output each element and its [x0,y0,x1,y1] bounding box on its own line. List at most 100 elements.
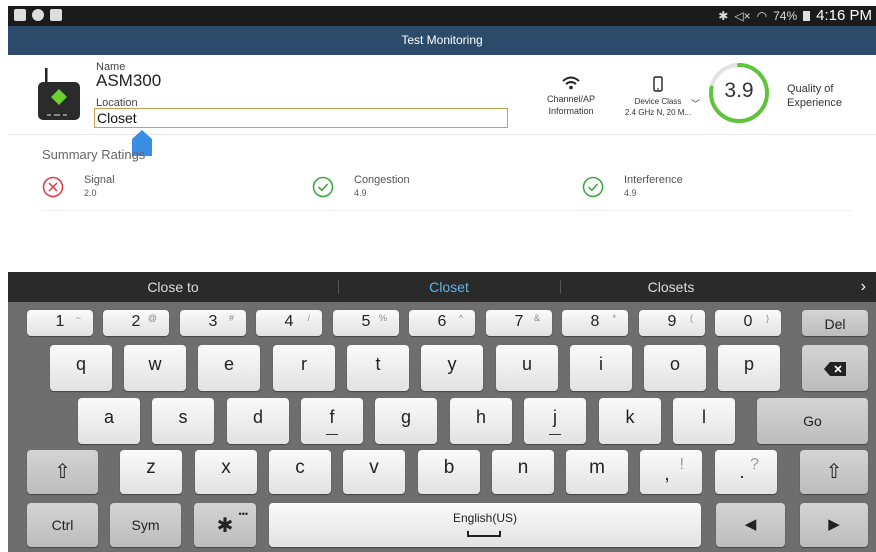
quality-score: 3.9 [724,79,754,102]
key-p[interactable]: p [718,345,780,391]
key-c[interactable]: c [269,450,331,494]
shift-key-left[interactable]: ⇧• [27,450,126,494]
wifi-icon [562,76,580,90]
rating-name: Signal [84,174,115,186]
email-notification-icon [50,9,62,21]
rating-value: 2.0 [84,188,97,198]
key-x[interactable]: x [195,450,257,494]
key-o[interactable]: o [644,345,706,391]
key-e[interactable]: e [198,345,260,391]
suggestion-bar: Close to Closet Closets › [8,272,876,302]
summary-title: Summary Ratings [42,147,146,162]
key-t[interactable]: t [347,345,409,391]
phone-icon [653,76,663,92]
check-circle-icon [312,176,334,198]
key-u[interactable]: u [496,345,558,391]
status-bar: ✱ ◁× ◠ 74% 4:16 PM [8,6,876,26]
key-0[interactable]: 0) [715,310,781,336]
sym-key[interactable]: Sym [110,503,181,547]
arrow-right-icon: ▶ [828,516,840,533]
location-input[interactable]: Closet [94,108,508,128]
key-d[interactable]: d [227,398,289,444]
space-key[interactable]: English(US) [269,503,701,547]
mute-icon: ◁× [734,8,751,23]
check-circle-icon [582,176,604,198]
key-y[interactable]: y [421,345,483,391]
key-k[interactable]: k [599,398,661,444]
device-class-label: Device Class [634,97,682,106]
rating-value: 4.9 [624,188,637,198]
chevron-down-icon: ﹀ [690,99,700,109]
router-device-icon [38,68,80,120]
del-key[interactable]: Del [802,310,868,336]
key-4[interactable]: 4/ [256,310,322,336]
key-6[interactable]: 6 ^ [409,310,475,336]
space-bar-icon [467,531,501,537]
settings-key[interactable]: ✱ ••• [194,503,256,547]
key-a[interactable]: a [78,398,140,444]
gallery-notification-icon [14,9,26,21]
on-screen-keyboard: 1 ~ 2 @ 3 # 4/5% 6 ^ 7 & 8 * 9( 0) Del q w e r t y u i o p a s d f g h j… [8,302,876,552]
cursor-right-key[interactable]: ▶ [800,503,868,547]
key-z[interactable]: z [120,450,182,494]
key-n[interactable]: n [492,450,554,494]
key-g[interactable]: g [375,398,437,444]
rating-signal: Signal 2.0 [42,174,115,198]
wifi-status-icon: ◠ [756,8,768,23]
key-r[interactable]: r [273,345,335,391]
key-q[interactable]: q [50,345,112,391]
suggestion-item[interactable]: Closets [560,272,782,302]
channel-sublabel: Information [548,106,594,116]
bluetooth-icon: ✱ [718,8,729,23]
device-class-value: 2.4 GHz N, 20 M... [624,108,692,117]
key-7[interactable]: 7 & [486,310,552,336]
rating-interference: Interference 4.9 [582,174,683,198]
key-f[interactable]: f [301,398,363,444]
shift-key-right[interactable]: ⇧ [800,450,868,494]
channel-ap-info-button[interactable]: Channel/AP Information [540,76,602,117]
backspace-icon [824,362,846,376]
rating-name: Congestion [354,174,410,186]
key-comma[interactable]: ,! [640,450,702,494]
gear-icon: ✱ [216,515,234,537]
ctrl-key[interactable]: Ctrl [27,503,98,547]
key-5[interactable]: 5% [333,310,399,336]
suggestion-item[interactable]: Close to [8,272,338,302]
app-header: Test Monitoring [8,26,876,55]
key-v[interactable]: v [343,450,405,494]
clock: 4:16 PM [816,7,872,24]
quality-label: Quality of Experience [787,83,843,109]
key-l[interactable]: l [673,398,735,444]
suggestion-item-selected[interactable]: Closet [338,272,560,302]
key-8[interactable]: 8 * [562,310,628,336]
media-notification-icon [32,9,44,21]
key-2[interactable]: 2 @ [103,310,169,336]
divider [42,210,852,211]
device-class-button[interactable]: Device Class 2.4 GHz N, 20 M... ﹀ [622,76,700,118]
battery-percent: 74% [773,8,798,23]
page-title: Test Monitoring [401,33,483,47]
key-1[interactable]: 1 ~ [27,310,93,336]
go-key[interactable]: Go [757,398,868,444]
channel-label: Channel/AP [546,94,596,104]
key-9[interactable]: 9( [639,310,705,336]
arrow-left-icon: ◀ [744,516,757,533]
key-period[interactable]: .? [715,450,777,494]
key-j[interactable]: j [524,398,586,444]
shift-icon: ⇧ [54,461,71,483]
key-3[interactable]: 3 # [180,310,246,336]
key-b[interactable]: b [418,450,480,494]
backspace-key[interactable] [802,345,868,391]
key-m[interactable]: m [566,450,628,494]
rating-name: Interference [624,174,683,186]
battery-icon [803,10,811,21]
key-s[interactable]: s [152,398,214,444]
key-h[interactable]: h [450,398,512,444]
rating-value: 4.9 [354,188,367,198]
cursor-left-key[interactable]: ◀ [716,503,785,547]
key-w[interactable]: w [124,345,186,391]
key-i[interactable]: i [570,345,632,391]
shift-icon: ⇧ [825,461,843,483]
error-x-icon [42,176,64,198]
chevron-right-icon[interactable]: › [861,272,866,302]
